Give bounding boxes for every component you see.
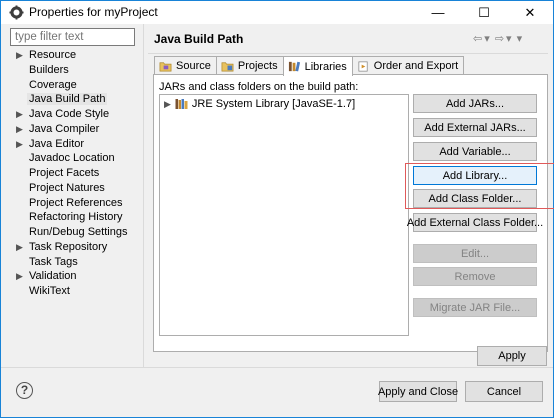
tab-libraries[interactable]: Libraries <box>282 56 353 76</box>
add-external-jars-button[interactable]: Add External JARs... <box>413 118 537 137</box>
tree-item[interactable]: ▶ Resource <box>10 48 138 63</box>
forward-dropdown-icon[interactable]: ▾ <box>506 33 512 45</box>
list-item[interactable]: ▶ JRE System Library [JavaSE-1.7] <box>164 98 355 110</box>
back-arrow-icon[interactable]: ⇦ <box>473 33 482 45</box>
tree-item[interactable]: Project References <box>10 196 138 211</box>
expand-arrow-icon[interactable]: ▶ <box>16 122 23 137</box>
tree-item-label: Project Natures <box>29 181 105 194</box>
jre-library-icon <box>175 99 188 109</box>
vertical-divider <box>143 24 144 367</box>
expand-arrow-icon[interactable]: ▶ <box>16 240 23 255</box>
tab-label: Order and Export <box>373 60 459 72</box>
tree-item-label: Resource <box>29 49 77 61</box>
tab-label: Source <box>176 60 211 72</box>
add-variable-button[interactable]: Add Variable... <box>413 142 537 161</box>
tree-item[interactable]: Builders <box>10 63 138 78</box>
library-entry-label: JRE System Library [JavaSE-1.7] <box>191 98 356 110</box>
title-bar: Properties for myProject — ☐ ✕ <box>1 1 553 24</box>
tree-item-label: Coverage <box>29 78 77 91</box>
tree-item-label: Java Code Style <box>29 108 110 120</box>
tree-item-label: Task Repository <box>29 240 108 253</box>
page-title: Java Build Path <box>154 32 244 46</box>
view-menu-icon[interactable]: ▾ <box>517 33 523 45</box>
add-jars-button[interactable]: Add JARs... <box>413 94 537 113</box>
tree-item-label: Java Build Path <box>27 93 108 106</box>
tree-item-label: Run/Debug Settings <box>29 226 128 238</box>
minimize-button[interactable]: — <box>415 1 461 24</box>
apply-button[interactable]: Apply <box>477 346 547 366</box>
footer-divider <box>1 367 553 368</box>
tree-item-label: Javadoc Location <box>29 152 115 165</box>
tree-item[interactable]: ▶ Java Editor <box>10 137 138 152</box>
close-icon: ✕ <box>524 4 536 20</box>
tree-item[interactable]: ▶ Task Repository <box>10 240 138 255</box>
page-navigation: ⇦ ▾ ⇨ ▾ ▾ <box>471 32 522 45</box>
projects-icon <box>221 61 234 72</box>
tab-source[interactable]: Source <box>154 56 217 75</box>
tree-item[interactable]: ▶ Java Code Style <box>10 107 138 122</box>
migrate-jar-button[interactable]: Migrate JAR File... <box>413 298 537 317</box>
expand-arrow-icon[interactable]: ▶ <box>16 137 23 152</box>
properties-dialog: Properties for myProject — ☐ ✕ ▶ Resource… <box>0 0 554 418</box>
property-page-tree: ▶ Resource Builders Coverage Java Build Path… <box>10 48 138 299</box>
cancel-button[interactable]: Cancel <box>465 381 543 402</box>
expand-arrow-icon[interactable]: ▶ <box>164 99 171 110</box>
expand-arrow-icon[interactable]: ▶ <box>16 48 23 63</box>
tab-label: Libraries <box>304 60 347 73</box>
close-button[interactable]: ✕ <box>507 1 553 24</box>
tab-bar: Source Projects Libraries Order and Expo… <box>154 56 465 76</box>
maximize-button[interactable]: ☐ <box>461 1 507 24</box>
tree-item[interactable]: Project Facets <box>10 166 138 181</box>
maximize-icon: ☐ <box>478 4 490 20</box>
tree-item[interactable]: Task Tags <box>10 255 138 270</box>
tree-item[interactable]: ▶ Validation <box>10 269 138 284</box>
tree-item[interactable]: Run/Debug Settings <box>10 225 138 240</box>
build-path-caption: JARs and class folders on the build path… <box>159 81 359 93</box>
tree-item-label: Java Compiler <box>29 122 100 135</box>
tree-item-label: Task Tags <box>29 255 78 268</box>
tab-label: Projects <box>237 60 278 72</box>
tree-item[interactable]: Project Natures <box>10 181 138 196</box>
expand-arrow-icon[interactable]: ▶ <box>16 107 23 122</box>
tree-item-label: Project References <box>29 196 123 209</box>
tree-item-label: Java Editor <box>29 137 85 150</box>
order-export-icon <box>358 60 368 72</box>
expand-arrow-icon[interactable]: ▶ <box>16 269 23 284</box>
minimize-icon: — <box>431 5 445 20</box>
tree-item[interactable]: Java Build Path <box>10 92 138 107</box>
source-folder-icon <box>159 61 172 72</box>
edit-button[interactable]: Edit... <box>413 244 537 263</box>
tree-item[interactable]: ▶ Java Compiler <box>10 122 138 137</box>
libraries-icon <box>288 61 300 72</box>
tab-projects[interactable]: Projects <box>215 56 284 75</box>
tree-item[interactable]: Javadoc Location <box>10 151 138 166</box>
forward-arrow-icon[interactable]: ⇨ <box>495 33 504 45</box>
eclipse-gear-icon <box>9 5 24 20</box>
remove-button[interactable]: Remove <box>413 267 537 286</box>
back-dropdown-icon[interactable]: ▾ <box>484 33 490 45</box>
tab-order-and-export[interactable]: Order and Export <box>351 56 465 75</box>
tree-item[interactable]: Coverage <box>10 78 138 93</box>
library-list[interactable]: ▶ JRE System Library [JavaSE-1.7] <box>159 94 409 336</box>
tree-item[interactable]: WikiText <box>10 284 138 299</box>
tree-item-label: Refactoring History <box>29 211 123 224</box>
tree-item-label: Project Facets <box>29 167 100 179</box>
tree-item-label: Builders <box>29 63 69 76</box>
help-icon[interactable]: ? <box>16 382 33 399</box>
apply-and-close-button[interactable]: Apply and Close <box>378 381 458 402</box>
filter-input[interactable] <box>10 28 135 46</box>
add-class-folder-button[interactable]: Add Class Folder... <box>413 189 537 208</box>
tree-item-label: WikiText <box>29 285 70 297</box>
tree-item[interactable]: Refactoring History <box>10 210 138 225</box>
window-title: Properties for myProject <box>29 5 158 19</box>
header-divider <box>148 53 548 54</box>
add-external-class-folder-button[interactable]: Add External Class Folder... <box>407 213 543 232</box>
dialog-content: ▶ Resource Builders Coverage Java Build Path… <box>1 24 554 367</box>
tree-item-label: Validation <box>29 270 77 283</box>
